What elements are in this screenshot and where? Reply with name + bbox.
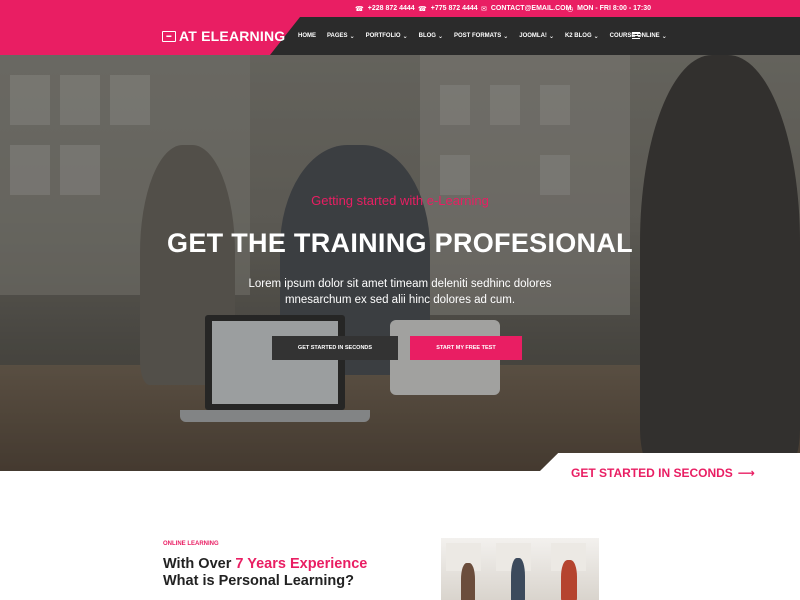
nav-home[interactable]: HOME <box>298 33 316 39</box>
photo-person <box>511 558 525 600</box>
chevron-down-icon: ⌄ <box>349 33 355 40</box>
clock-icon: ◷ <box>567 5 574 13</box>
nav-post-formats[interactable]: POST FORMATS ⌄ <box>454 33 508 40</box>
envelope-icon: ✉ <box>481 5 487 13</box>
hero-lead-text: Lorem ipsum dolor sit amet timeam deleni… <box>248 278 552 306</box>
hamburger-menu-icon[interactable] <box>632 32 640 39</box>
nav-k2-blog[interactable]: K2 BLOG ⌄ <box>565 33 599 40</box>
photo-person <box>561 560 577 600</box>
opening-hours: ◷ MON - FRI 8:00 - 17:30 <box>567 5 652 13</box>
hero-banner <box>0 55 800 471</box>
nav-pages[interactable]: PAGES ⌄ <box>327 33 355 40</box>
main-nav: HOME PAGES ⌄ PORTFOLIO ⌄ BLOG ⌄ POST FORMAT… <box>298 17 678 55</box>
chevron-down-icon: ⌄ <box>593 33 599 40</box>
classroom-photo <box>441 538 599 600</box>
hero-overlay <box>0 55 800 471</box>
chevron-down-icon: ⌄ <box>402 33 408 40</box>
section-title: With Over 7 Years Experience What is Per… <box>163 556 368 589</box>
section-kicker: ONLINE LEARNING <box>163 541 219 547</box>
free-test-button[interactable]: START MY FREE TEST <box>410 336 522 360</box>
site-logo[interactable]: ▬ AT ELEARNING <box>162 26 285 46</box>
hero-subtitle: Getting started with e-Learning <box>311 193 489 208</box>
chevron-down-icon: ⌄ <box>503 33 509 40</box>
nav-joomla[interactable]: JOOMLA! ⌄ <box>519 33 554 40</box>
chevron-down-icon: ⌄ <box>548 33 554 40</box>
get-started-button[interactable]: GET STARTED IN SECONDS <box>272 336 398 360</box>
phone-contact-2[interactable]: ☎ +775 872 4444 <box>418 0 478 17</box>
phone-icon: ☎ <box>418 5 427 13</box>
logo-text: AT ELEARNING <box>179 28 286 44</box>
arrow-right-icon: ⟶ <box>737 466 755 480</box>
chevron-down-icon: ⌄ <box>437 33 443 40</box>
phone-icon: ☎ <box>355 5 364 13</box>
title-accent: 7 Years Experience <box>235 556 368 572</box>
nav-portfolio[interactable]: PORTFOLIO ⌄ <box>366 33 408 40</box>
photo-person <box>461 563 475 600</box>
phone-contact-1[interactable]: ☎ +228 872 4444 <box>355 0 415 17</box>
logo-icon: ▬ <box>162 30 176 42</box>
nav-blog[interactable]: BLOG ⌄ <box>419 33 443 40</box>
get-started-link[interactable]: GET STARTED IN SECONDS ⟶ <box>571 466 755 480</box>
chevron-down-icon: ⌄ <box>661 33 667 40</box>
hero-headline: GET THE TRAINING PROFESIONAL <box>167 228 633 258</box>
email-contact[interactable]: ✉ CONTACT@EMAIL.COM <box>481 0 571 17</box>
